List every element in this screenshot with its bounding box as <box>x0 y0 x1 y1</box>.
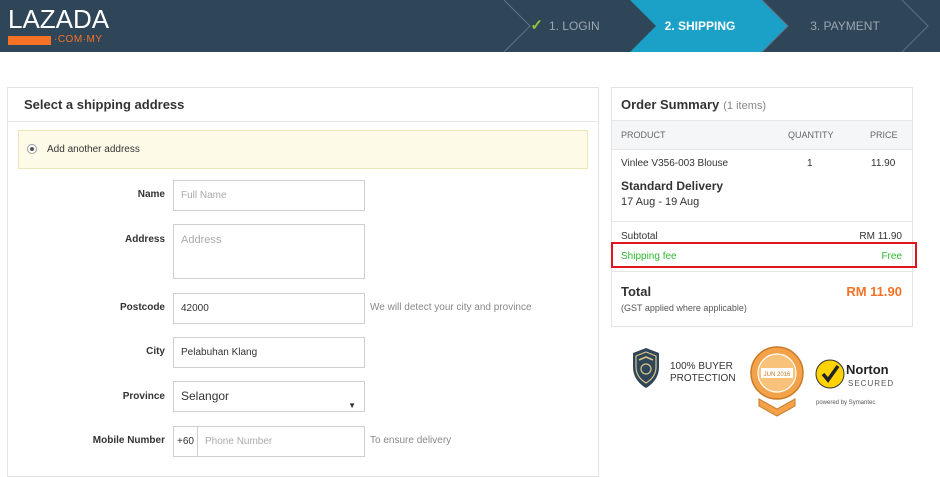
buyer-protection-text: 100% BUYER PROTECTION <box>670 361 736 385</box>
total-value: RM 11.90 <box>846 284 902 299</box>
protection-line1: 100% BUYER <box>670 361 733 372</box>
item-price: 11.90 <box>871 158 896 169</box>
city-input[interactable]: Pelabuhan Klang <box>173 337 365 368</box>
delivery-type: Standard Delivery <box>621 179 724 193</box>
subtotal-label: Subtotal <box>621 231 658 242</box>
lazada-logo[interactable]: LAZADA ·COM·MY <box>8 4 109 46</box>
summary-title: Order Summary (1 items) <box>621 97 766 112</box>
divider <box>8 121 598 122</box>
step-payment: 3. PAYMENT <box>810 19 880 33</box>
postcode-hint: We will detect your city and province <box>370 302 532 313</box>
country-code: +60 <box>173 426 198 457</box>
add-address-label: Add another address <box>47 144 140 155</box>
address-label: Address <box>124 234 165 245</box>
checkout-steps: ✓ 1. LOGIN 2. SHIPPING 3. PAYMENT <box>500 0 940 52</box>
step-shipping: 2. SHIPPING <box>664 19 736 33</box>
step-login-label: 1. LOGIN <box>548 19 600 33</box>
city-label: City <box>146 346 165 357</box>
name-input[interactable]: Full Name <box>173 180 365 211</box>
pci-seal-icon: JUN 2016 <box>750 346 804 417</box>
dropdown-arrow-icon: ▼ <box>348 401 356 410</box>
item-quantity: 1 <box>807 158 813 169</box>
norton-secured: SECURED <box>848 379 894 388</box>
divider <box>612 221 912 222</box>
col-quantity: QUANTITY <box>788 130 834 140</box>
col-price: PRICE <box>870 130 898 140</box>
postcode-input[interactable]: 42000 <box>173 293 365 324</box>
province-label: Province <box>122 391 165 402</box>
mobile-hint: To ensure delivery <box>370 435 452 446</box>
delivery-dates: 17 Aug - 19 Aug <box>621 196 700 208</box>
province-value: Selangor <box>181 389 230 403</box>
gst-note: (GST applied where applicable) <box>621 303 747 313</box>
norton-secured-icon: Norton SECURED powered by Symantec <box>815 359 894 406</box>
add-address-option[interactable]: Add another address <box>18 130 588 169</box>
step-login[interactable]: ✓ 1. LOGIN <box>500 0 630 52</box>
summary-table-header: PRODUCT QUANTITY PRICE <box>612 120 912 150</box>
name-label: Name <box>137 189 165 200</box>
logo-domain: ·COM·MY <box>54 34 103 45</box>
col-product: PRODUCT <box>621 130 666 140</box>
postcode-label: Postcode <box>119 302 165 313</box>
protection-line2: PROTECTION <box>670 373 736 384</box>
buyer-protection-shield-icon <box>633 348 659 388</box>
total-label: Total <box>621 284 652 299</box>
checkmark-icon: ✓ <box>530 17 543 34</box>
norton-name: Norton <box>846 362 889 377</box>
shipping-address-panel: Select a shipping address Add another ad… <box>7 87 599 477</box>
add-address-radio[interactable] <box>27 144 37 154</box>
item-count: (1 items) <box>723 100 767 112</box>
shipping-fee-highlight <box>611 242 917 268</box>
logo-bar <box>8 36 51 45</box>
address-input[interactable]: Address <box>173 224 365 279</box>
logo-word: LAZADA <box>8 4 110 34</box>
summary-title-text: Order Summary <box>621 97 720 112</box>
norton-symantec: powered by Symantec <box>816 400 875 406</box>
order-summary-panel: Order Summary (1 items) PRODUCT QUANTITY … <box>611 87 913 327</box>
mobile-label: Mobile Number <box>92 435 165 446</box>
seal-date: JUN 2016 <box>764 372 791 378</box>
phone-input[interactable]: Phone Number <box>197 426 365 457</box>
panel-title: Select a shipping address <box>24 97 185 112</box>
item-name: Vinlee V356-003 Blouse <box>621 158 729 169</box>
province-select[interactable]: Selangor ▼ <box>173 381 365 412</box>
subtotal-value: RM 11.90 <box>859 231 902 242</box>
checkout-header: LAZADA ·COM·MY ✓ 1. LOGIN 2. SHIPPING 3. … <box>0 0 940 52</box>
divider <box>612 271 912 272</box>
